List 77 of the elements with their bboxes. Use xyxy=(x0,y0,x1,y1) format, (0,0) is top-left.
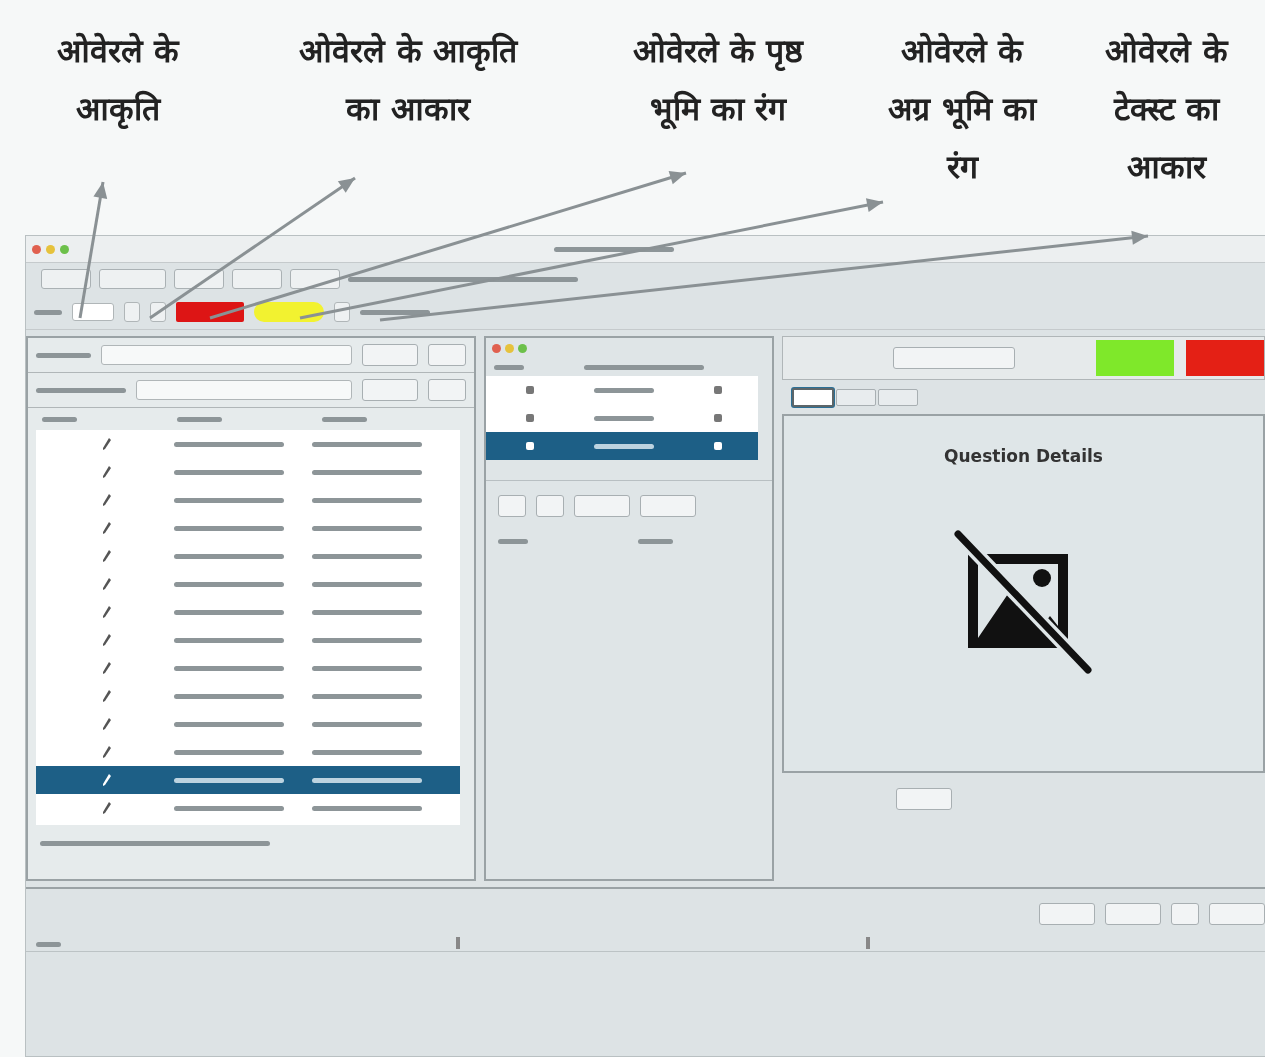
show-button[interactable] xyxy=(362,379,418,401)
bottom-button[interactable] xyxy=(1171,903,1199,925)
folder-field[interactable] xyxy=(101,345,352,365)
annotation-label: ओवेरले के आकृति का आकार xyxy=(298,31,520,130)
pencil-icon xyxy=(102,437,112,451)
track-marker[interactable] xyxy=(456,937,460,949)
close-icon[interactable] xyxy=(32,244,41,254)
bullet-icon xyxy=(714,386,722,394)
column-header xyxy=(498,538,528,544)
question-text xyxy=(594,415,654,421)
pencil-icon xyxy=(102,661,112,675)
question-text xyxy=(594,443,654,449)
bullet-icon xyxy=(526,414,534,422)
toolbar-button[interactable] xyxy=(574,495,630,517)
toolbar-button[interactable] xyxy=(640,495,696,517)
question-row[interactable] xyxy=(486,404,758,432)
bottom-button[interactable] xyxy=(1039,903,1095,925)
question-text xyxy=(594,387,654,393)
submit-button[interactable] xyxy=(895,788,952,810)
filter-select[interactable] xyxy=(136,380,352,400)
bullet-icon xyxy=(526,386,534,394)
annotation-label: ओवेरले के पृष्ठ भूमि का रंग xyxy=(631,31,805,132)
pencil-icon xyxy=(102,633,112,647)
file-row[interactable] xyxy=(36,766,460,794)
pencil-icon xyxy=(102,801,112,815)
minimize-icon[interactable] xyxy=(46,244,55,254)
toolbar-button[interactable] xyxy=(536,495,564,517)
pencil-icon xyxy=(102,465,112,479)
bottom-button[interactable] xyxy=(1209,903,1265,925)
bullet-icon xyxy=(714,414,722,422)
pencil-icon xyxy=(102,717,112,731)
zoom-icon[interactable] xyxy=(518,343,527,353)
track-marker[interactable] xyxy=(866,937,870,949)
column-header xyxy=(494,364,524,370)
menu-tab[interactable] xyxy=(232,269,282,289)
menu-tab[interactable] xyxy=(41,269,91,289)
question-row[interactable] xyxy=(486,376,758,404)
column-header xyxy=(177,416,222,422)
pencil-icon xyxy=(102,605,112,619)
panel-title: Question Details xyxy=(944,446,1103,466)
pencil-icon xyxy=(102,493,112,507)
pencil-icon xyxy=(102,521,112,535)
question-row[interactable] xyxy=(486,432,758,460)
bullet-icon xyxy=(714,442,722,450)
menu-tab[interactable] xyxy=(99,269,166,289)
field-label-text xyxy=(36,352,91,358)
column-header xyxy=(638,538,673,544)
bottom-button[interactable] xyxy=(1105,903,1161,925)
pencil-icon xyxy=(102,689,112,703)
panel-tab[interactable] xyxy=(792,387,834,407)
annotation-label: ओवेरले के आकृति xyxy=(55,31,181,131)
bullet-icon xyxy=(526,442,534,450)
pencil-icon xyxy=(102,745,112,759)
color-swatch[interactable] xyxy=(176,302,244,322)
toolbar-button[interactable] xyxy=(498,495,526,517)
annotation-label: ओवेरले के अग्र भूमि का रंग xyxy=(887,31,1039,188)
shape-select[interactable] xyxy=(72,303,114,321)
up-button[interactable] xyxy=(428,379,466,401)
column-header xyxy=(322,416,367,422)
pencil-icon xyxy=(102,773,112,787)
browse-button[interactable] xyxy=(362,344,418,366)
action-button[interactable] xyxy=(893,347,1015,369)
option-text xyxy=(360,309,430,315)
pencil-icon xyxy=(102,577,112,591)
minimize-icon[interactable] xyxy=(505,343,514,353)
annotation-label: ओवेरले के टेक्स्ट का आकार xyxy=(1104,31,1230,188)
load-button[interactable] xyxy=(428,344,466,366)
track-text xyxy=(36,941,61,947)
zoom-icon[interactable] xyxy=(60,244,69,254)
menu-tab[interactable] xyxy=(290,269,340,289)
shape-text xyxy=(34,309,62,315)
color-swatch[interactable] xyxy=(254,302,324,322)
pencil-icon xyxy=(102,549,112,563)
column-header xyxy=(42,416,77,422)
timeline-track[interactable] xyxy=(26,937,1265,952)
close-icon[interactable] xyxy=(492,343,501,353)
size-stepper[interactable] xyxy=(124,302,140,322)
